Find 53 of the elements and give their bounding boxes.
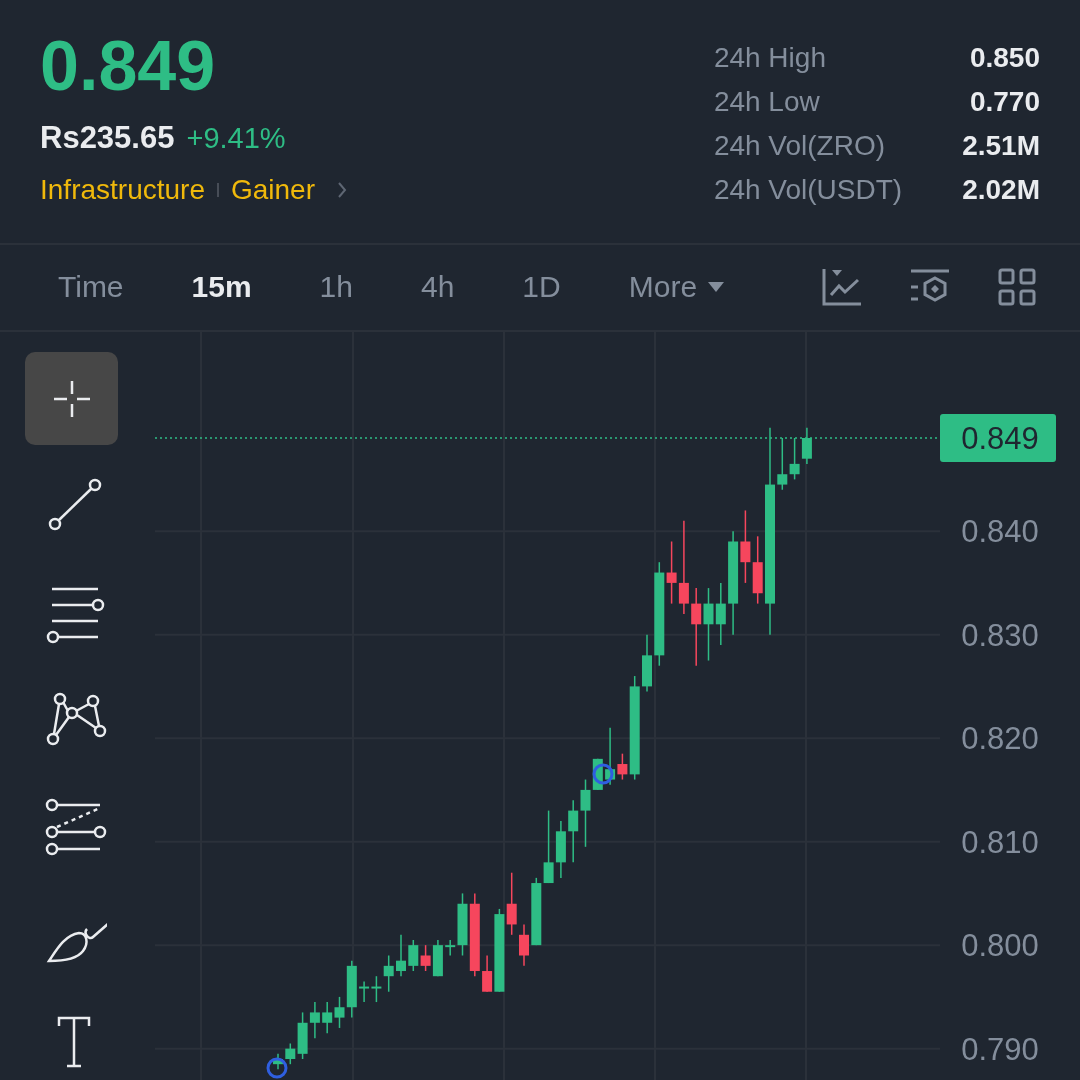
line-chart-icon[interactable] (822, 268, 862, 307)
price-axis-label: 0.830 (961, 617, 1039, 653)
more-dropdown[interactable]: More (628, 264, 726, 311)
candle (789, 437, 800, 481)
stat-label: 24h Vol(USDT) (713, 173, 903, 207)
grid-layout-icon[interactable] (998, 268, 1036, 307)
interval-tab[interactable]: 1D (522, 264, 561, 311)
candle (420, 944, 431, 972)
stat-label: 24h Vol(ZRO) (713, 129, 887, 163)
stat-value: 0.850 (968, 41, 1040, 75)
tag-link[interactable]: Infrastructure (40, 174, 205, 206)
candle (777, 437, 788, 491)
stat-label: 24h Low (713, 85, 821, 119)
price-axis-label: 0.810 (961, 824, 1039, 860)
candle (715, 582, 726, 646)
candle (359, 980, 370, 1003)
stat-value: 2.51M (962, 129, 1040, 163)
candle (309, 1001, 320, 1040)
candle (519, 923, 529, 967)
marker-circle-icon[interactable] (592, 763, 614, 785)
candle (568, 799, 579, 864)
chevron-right-icon[interactable] (337, 181, 347, 199)
price-axis-label: 0.800 (961, 928, 1039, 964)
candle (555, 820, 566, 879)
candle (322, 1001, 333, 1034)
candle (506, 871, 517, 936)
interval-tab[interactable]: 4h (421, 264, 455, 311)
candle (383, 954, 394, 993)
stat-label: 24h High (713, 41, 827, 75)
candle (801, 426, 812, 465)
candle (371, 975, 382, 1003)
fiat-price: Rs235.65 (40, 120, 175, 156)
candle (273, 1053, 283, 1071)
stat-value: 2.02M (962, 173, 1040, 207)
price-axis-label: 0.820 (961, 721, 1039, 757)
last-price-tag: 0.849 (940, 414, 1056, 462)
candle (531, 877, 542, 946)
price-change: +9.41% (186, 122, 286, 155)
tag-link[interactable]: Gainer (230, 174, 315, 206)
stat-value: 0.770 (968, 85, 1040, 119)
candle (408, 939, 419, 972)
interval-tab[interactable]: 15m (191, 264, 252, 311)
caret-down-icon (707, 281, 726, 294)
interval-tab[interactable]: 1h (319, 264, 353, 311)
candle (396, 934, 406, 977)
price-axis-label: 0.840 (961, 514, 1039, 550)
time-label: Time (58, 270, 124, 305)
candle (752, 535, 763, 605)
marker-circle-icon[interactable] (266, 1057, 288, 1079)
candle (642, 633, 652, 693)
price-axis-label: 0.790 (961, 1031, 1039, 1067)
last-price: 0.849 (40, 26, 217, 106)
candle (432, 939, 443, 977)
